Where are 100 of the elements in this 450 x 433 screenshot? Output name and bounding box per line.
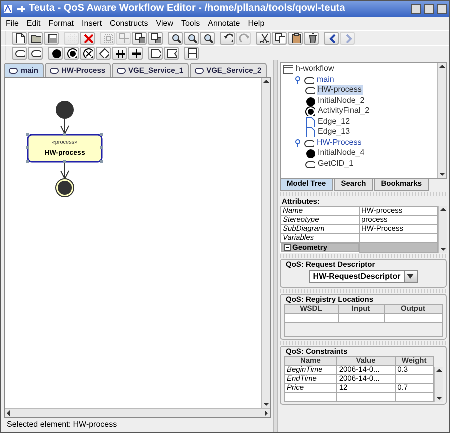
menu-item[interactable]: Help [248,18,265,28]
app-icon [3,4,13,14]
horizontal-scrollbar[interactable] [5,408,270,417]
magnifier-icon [186,33,196,43]
vertical-scrollbar[interactable] [261,78,270,408]
maximize-button[interactable] [424,4,434,14]
pin-icon [16,5,26,13]
selection-handle[interactable] [26,160,30,164]
undo-icon [222,33,232,43]
minimize-button[interactable] [411,4,421,14]
tree-item[interactable]: HW-process [317,85,363,96]
palette-button[interactable] [12,46,27,60]
selection-handle[interactable] [26,146,30,150]
scroll-down-icon[interactable] [438,170,446,178]
palette-button[interactable] [128,46,143,60]
clipboard-icon [290,33,300,43]
selection-handle[interactable] [64,160,66,164]
scroll-up-icon[interactable] [438,63,446,71]
toolbar-button[interactable] [44,32,59,44]
tree-item[interactable]: GetCID_1 [317,158,355,169]
tree-item[interactable]: Edge_12 [317,116,352,127]
collapse-icon[interactable] [284,244,290,251]
tree-item[interactable]: HW-Process [316,138,363,148]
toolbar-button[interactable] [148,32,163,44]
join-bar-icon [130,48,140,58]
toolbar-button[interactable] [12,32,27,44]
final-node[interactable] [56,178,74,198]
toolbar-button[interactable] [220,32,235,44]
tree-item[interactable]: ActivityFinal_2 [317,106,371,116]
scroll-up-icon[interactable] [439,206,448,214]
palette-button[interactable] [28,46,43,60]
palette-button[interactable] [48,46,63,60]
vertical-scrollbar[interactable] [434,367,443,402]
toolbar-button[interactable] [324,32,339,44]
toolbar-button[interactable] [132,32,147,44]
palette-button[interactable] [148,46,163,60]
palette-button[interactable] [64,46,79,60]
tree-item[interactable]: InitialNode_2 [317,96,366,106]
palette-button[interactable] [164,46,179,60]
action-node[interactable] [27,134,103,163]
selection-handle[interactable] [100,146,104,150]
menu-item[interactable]: File [6,18,19,28]
menu-item[interactable]: Insert [82,18,102,28]
expand-handle-icon[interactable] [294,138,302,147]
menu-item[interactable]: Tools [181,18,200,28]
cross-icon [82,33,92,43]
palette-button[interactable] [96,46,111,60]
scroll-left-icon[interactable] [5,409,13,418]
tree-item[interactable]: InitialNode_4 [317,148,366,158]
menu-item[interactable]: Edit [26,18,41,28]
palette-button[interactable] [80,46,95,60]
grid-icon [66,33,76,43]
caret-icon [407,274,414,279]
menu-item[interactable]: Annotate [208,18,240,28]
tree-item[interactable]: h-workflow [295,64,336,74]
palette-button[interactable] [184,46,199,60]
rounded-rectangle-icon [9,68,18,74]
toolbar-button[interactable] [288,32,303,44]
scroll-right-icon[interactable] [262,409,270,418]
trash-icon [306,33,316,43]
tree-item[interactable]: main [316,74,336,85]
selection-handle[interactable] [100,160,104,164]
toolbar-button[interactable] [256,32,271,44]
menu-item[interactable]: Format [48,18,74,28]
magnifier-icon [170,33,180,43]
folder-icon [30,33,40,43]
initial-node[interactable] [56,101,74,119]
toolbar-button[interactable] [272,32,287,44]
bullseye-icon [305,106,315,116]
scroll-up-icon[interactable] [262,78,271,86]
expand-handle-icon[interactable] [294,76,302,84]
document-icon [305,127,315,138]
scroll-down-icon[interactable] [435,394,444,402]
toolbar-button[interactable] [168,32,183,44]
vertical-scrollbar[interactable] [438,206,447,252]
receive-signal-icon [166,48,176,58]
tree-item[interactable]: Edge_13 [317,127,352,138]
magnifier-icon [202,33,212,43]
rounded-rectangle-icon [116,68,126,74]
toolbar-button[interactable] [184,32,199,44]
selection-handle[interactable] [26,134,30,136]
rounded-rectangle-icon [194,68,204,74]
descriptor-dropdown[interactable]: HW-RequestDescriptor [309,270,418,284]
window-title: Teuta - QoS Aware Workflow Editor - /home/pllana/tools/qowl-teuta [29,3,346,15]
fork-bar-icon [114,48,124,58]
toolbar-button[interactable] [200,32,215,44]
redo-icon [238,33,248,43]
ungroup-icon [118,33,128,43]
selection-handle[interactable] [64,134,66,136]
selection-handle[interactable] [100,134,104,136]
document-icon [305,116,315,127]
menu-item[interactable]: View [156,18,174,28]
menu-item[interactable]: Constructs [110,18,148,28]
flow-arrow [60,118,70,136]
toolbar-button[interactable] [304,32,319,44]
toolbar-button[interactable] [28,32,43,44]
palette-button[interactable] [112,46,127,60]
vertical-scrollbar[interactable] [437,63,446,178]
close-button[interactable] [437,4,447,14]
send-signal-icon [150,48,160,58]
